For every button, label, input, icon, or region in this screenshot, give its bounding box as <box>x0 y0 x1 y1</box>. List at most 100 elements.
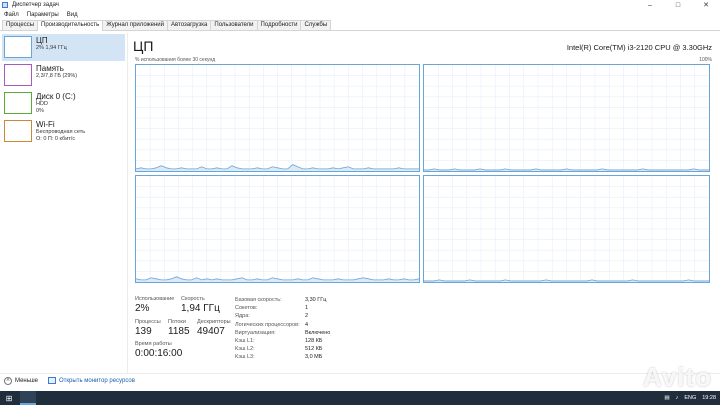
sidebar-item-subtitle: 2,3/7,8 ГБ (29%) <box>36 73 78 79</box>
graph-svg <box>424 176 709 282</box>
title-bar: Диспетчер задач – □ ✕ <box>0 0 720 10</box>
windows-start-icon[interactable]: ⊞ <box>0 391 18 405</box>
threads-value: 1185 <box>168 326 190 337</box>
spec-key: Кэш L3: <box>235 354 255 361</box>
utilization-label: Использование <box>135 296 175 302</box>
open-resource-monitor-link[interactable]: Открыть монитор ресурсов <box>48 377 135 384</box>
window-controls: – □ ✕ <box>636 0 720 10</box>
speed-label: Скорость <box>181 296 205 302</box>
speed-value: 1,94 ГГц <box>181 303 220 314</box>
tab-processes[interactable]: Процессы <box>2 20 39 30</box>
sidebar-item-wifi[interactable]: Wi-Fi Беспроводная сеть О: 0 П: 0 кбит/с <box>2 118 125 145</box>
resource-monitor-label: Открыть монитор ресурсов <box>59 377 135 384</box>
network-icon[interactable]: ▤ <box>664 395 669 401</box>
tab-details[interactable]: Подробности <box>256 20 302 30</box>
fewer-details-button[interactable]: ˄ Меньше <box>4 376 38 385</box>
cpu-spec-table: Базовая скорость: 3,30 ГГц Сокетов: 1 Ядра… <box>235 296 330 362</box>
chevron-up-icon: ˄ <box>4 376 12 385</box>
spec-row: Ядра: 2 <box>235 312 330 320</box>
processes-label: Процессы <box>135 319 161 325</box>
disk-thumbnail <box>4 92 32 114</box>
spec-key: Базовая скорость: <box>235 297 282 304</box>
system-tray: ▤ ♪ ENG 19:28 <box>664 391 716 405</box>
watermark-logo: Avito <box>642 362 712 392</box>
spec-key: Кэш L1: <box>235 338 255 345</box>
graph-max-label: 100% <box>699 57 712 63</box>
cpu-panel: ЦП Intel(R) Core(TM) i3-2120 CPU @ 3.30G… <box>133 35 715 370</box>
threads-label: Потоки <box>168 319 186 325</box>
wifi-thumbnail <box>4 120 32 142</box>
graph-svg <box>424 65 709 171</box>
spec-value: 2 <box>305 313 309 320</box>
volume-icon[interactable]: ♪ <box>676 395 679 401</box>
clock[interactable]: 19:28 <box>702 395 716 401</box>
spec-value: Включено <box>305 329 331 336</box>
handles-label: Дескрипторы <box>197 319 231 325</box>
uptime-label: Время работы <box>135 341 172 347</box>
uptime-value: 0:00:16:00 <box>135 348 183 359</box>
spec-row: Виртуализация: Включено <box>235 329 330 337</box>
graph-svg <box>136 176 419 282</box>
taskbar-task-manager[interactable] <box>20 391 36 405</box>
menu-file[interactable]: Файл <box>0 12 23 18</box>
spec-row: Базовая скорость: 3,30 ГГц <box>235 296 330 304</box>
tab-performance[interactable]: Производительность <box>37 20 104 31</box>
spec-value: 4 <box>305 321 309 328</box>
sidebar-item-disk[interactable]: Диск 0 (C:) HDD 0% <box>2 90 125 117</box>
spec-key: Виртуализация: <box>235 329 276 336</box>
handles-value: 49407 <box>197 326 225 337</box>
spec-row: Кэш L2: 512 КБ <box>235 345 330 353</box>
spec-value: 128 КБ <box>305 338 323 345</box>
graph-svg <box>136 65 419 171</box>
memory-thumbnail <box>4 64 32 86</box>
tab-startup[interactable]: Автозагрузка <box>166 20 212 30</box>
menu-bar: Файл Параметры Вид <box>0 10 720 20</box>
spec-row: Кэш L1: 128 КБ <box>235 337 330 345</box>
sidebar-item-title: Wi-Fi <box>36 120 55 129</box>
sidebar-item-subtitle-2: 0% <box>36 107 44 114</box>
footer-bar: ˄ Меньше Открыть монитор ресурсов <box>0 373 720 387</box>
spec-row: Кэш L3: 3,0 МБ <box>235 353 330 361</box>
spec-key: Кэш L2: <box>235 346 255 353</box>
cpu-graph-core-2 <box>135 175 420 283</box>
sidebar-item-cpu[interactable]: ЦП 2% 1,94 ГГц <box>2 34 125 61</box>
spec-row: Сокетов: 1 <box>235 304 330 312</box>
sidebar-item-subtitle-2: О: 0 П: 0 кбит/с <box>36 135 76 142</box>
menu-options[interactable]: Параметры <box>23 12 63 18</box>
menu-view[interactable]: Вид <box>63 12 82 18</box>
spec-row: Логических процессоров: 4 <box>235 321 330 329</box>
minimize-button[interactable]: – <box>636 0 664 10</box>
window-title: Диспетчер задач <box>12 2 59 8</box>
graph-caption: % использования более 30 секунд <box>135 57 216 63</box>
resource-sidebar: ЦП 2% 1,94 ГГц Память 2,3/7,8 ГБ (29%) Д… <box>0 33 128 373</box>
maximize-button[interactable]: □ <box>664 0 692 10</box>
cpu-graph-core-0 <box>135 64 420 172</box>
resource-monitor-icon <box>48 377 56 384</box>
spec-value: 512 КБ <box>305 346 323 353</box>
task-manager-icon <box>2 2 8 8</box>
spec-value: 3,30 ГГц <box>305 297 327 304</box>
tab-strip: Процессы Производительность Журнал прило… <box>0 20 720 31</box>
processes-value: 139 <box>135 326 152 337</box>
language-indicator[interactable]: ENG <box>684 395 696 401</box>
spec-value: 1 <box>305 305 309 312</box>
tab-services[interactable]: Службы <box>300 20 332 30</box>
tab-app-history[interactable]: Журнал приложений <box>102 20 168 30</box>
taskbar: ⊞ ▤ ♪ ENG 19:28 <box>0 391 720 405</box>
cpu-graph-core-3 <box>423 175 710 283</box>
sidebar-item-title: Диск 0 (C:) <box>36 92 76 101</box>
close-button[interactable]: ✕ <box>692 0 720 10</box>
spec-key: Сокетов: <box>235 305 258 312</box>
tab-users[interactable]: Пользователи <box>210 20 258 30</box>
sidebar-item-title: Память <box>36 64 64 73</box>
sidebar-item-title: ЦП <box>36 36 48 45</box>
page-title: ЦП <box>133 38 154 54</box>
spec-key: Ядра: <box>235 313 250 320</box>
spec-value: 3,0 МБ <box>305 354 323 361</box>
fewer-details-label: Меньше <box>15 377 38 384</box>
cpu-thumbnail <box>4 36 32 58</box>
sidebar-item-memory[interactable]: Память 2,3/7,8 ГБ (29%) <box>2 62 125 89</box>
cpu-model: Intel(R) Core(TM) i3-2120 CPU @ 3.30GHz <box>566 43 712 52</box>
utilization-value: 2% <box>135 303 150 314</box>
sidebar-item-subtitle: 2% 1,94 ГГц <box>36 45 67 51</box>
